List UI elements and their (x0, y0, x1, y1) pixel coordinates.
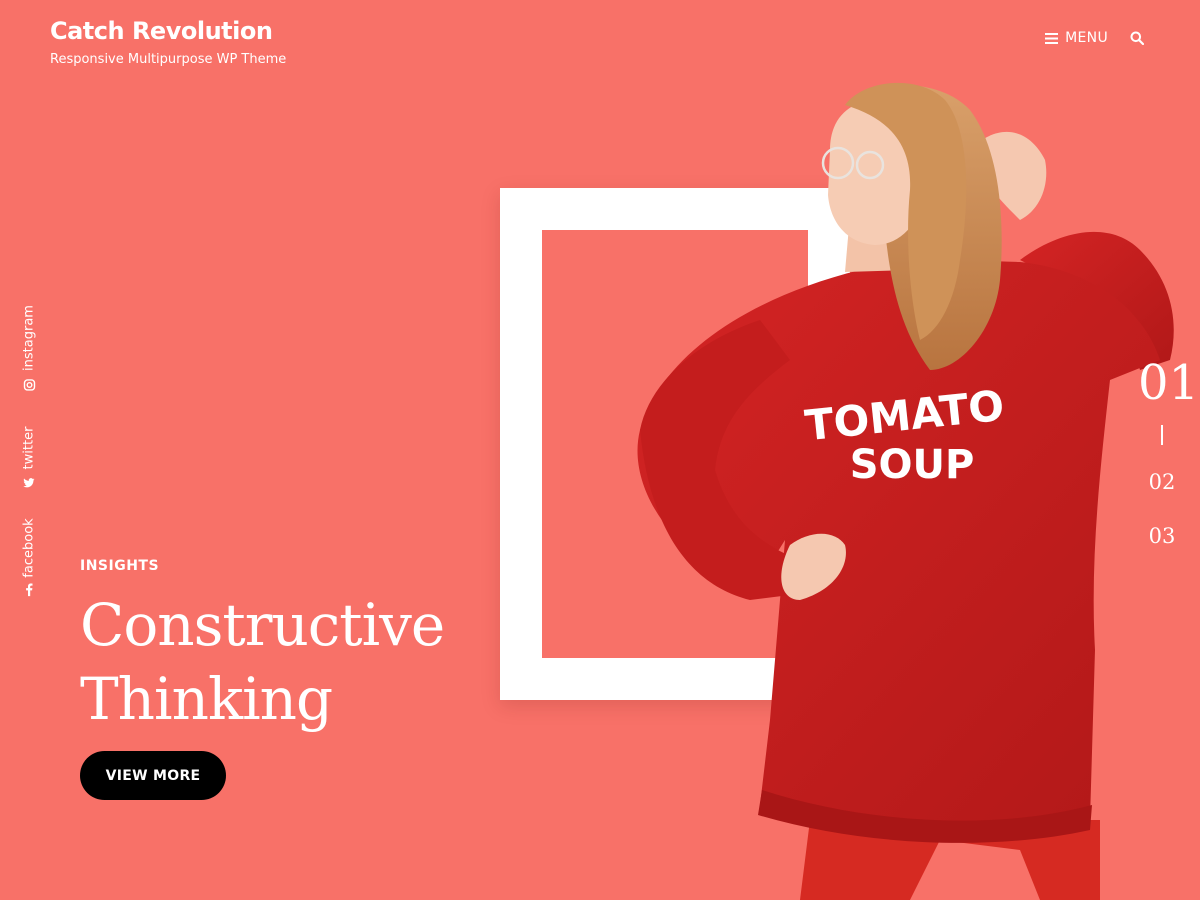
pager-item-3[interactable]: 03 (1138, 523, 1186, 549)
site-title[interactable]: Catch Revolution (50, 16, 286, 46)
shirt-text-soup: SOUP (850, 442, 975, 488)
pager-divider (1161, 425, 1163, 445)
social-link-facebook[interactable]: facebook (21, 518, 37, 597)
view-more-button[interactable]: VIEW MORE (80, 751, 226, 800)
pager-item-active[interactable]: 01 (1138, 355, 1199, 411)
pager-item-2[interactable]: 02 (1138, 469, 1186, 495)
social-link-instagram[interactable]: instagram (22, 305, 37, 391)
social-label-instagram: instagram (21, 305, 37, 371)
site-description: Responsive Multipurpose WP Theme (50, 52, 287, 67)
slide-title-line-1: Constructive (80, 591, 445, 659)
twitter-icon (23, 478, 35, 488)
social-label-twitter: twitter (21, 426, 37, 470)
hero-image: TOMATO SOUP (500, 0, 1200, 900)
model-photo: TOMATO SOUP (637, 82, 1174, 900)
social-link-twitter[interactable]: twitter (22, 427, 37, 490)
social-label-facebook: facebook (21, 518, 37, 578)
slide-title[interactable]: Constructive Thinking (80, 588, 445, 736)
facebook-icon (26, 583, 33, 597)
instagram-icon (23, 379, 35, 391)
site-branding: Catch Revolution Responsive Multipurpose… (50, 16, 286, 67)
social-links: instagram twitter facebook (17, 300, 41, 600)
slide-content: INSIGHTS Constructive Thinking (80, 558, 445, 736)
slider-pager: 01 02 03 (1138, 355, 1199, 577)
slide-category[interactable]: INSIGHTS (80, 558, 444, 574)
slide-title-line-2: Thinking (80, 665, 333, 733)
